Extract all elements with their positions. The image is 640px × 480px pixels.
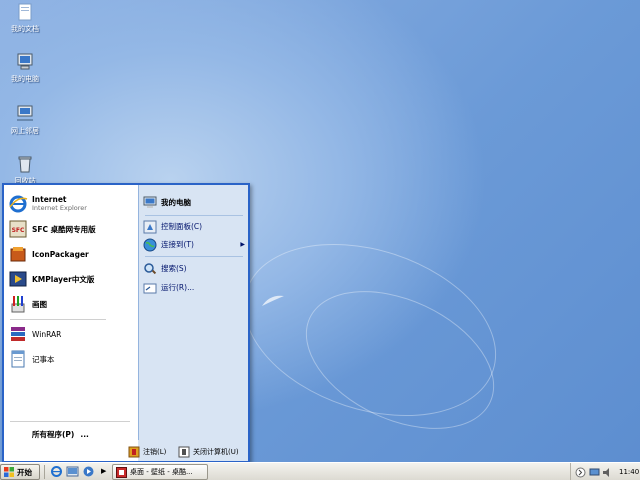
notepad-icon — [11, 350, 25, 368]
quicklaunch-divider — [44, 465, 45, 479]
start-item-run[interactable]: 运行(R)... — [143, 279, 247, 296]
desktop-icon-network-places[interactable]: 网上邻居 — [2, 104, 48, 136]
shutdown-button[interactable]: 关闭计算机(U) — [178, 445, 239, 459]
start-item-sfc[interactable]: SFC SFC 桌酷网专用版 — [8, 218, 134, 240]
start-item-control-panel[interactable]: 控制面板(C) — [143, 218, 247, 235]
network-tray-icon[interactable] — [589, 467, 600, 478]
wallpaper-sparkle — [262, 295, 284, 306]
internet-explorer-icon — [9, 195, 28, 213]
start-item-my-computer[interactable]: 我的电脑 — [143, 194, 247, 211]
search-icon — [144, 262, 157, 274]
media-player-icon[interactable] — [82, 465, 95, 478]
my-computer-icon — [17, 53, 33, 70]
desktop-icon-recycle-bin[interactable]: 回收站 — [2, 154, 48, 186]
paint-icon — [11, 296, 25, 313]
desktop-icon-my-computer[interactable]: 我的电脑 — [2, 52, 48, 84]
start-menu-separator — [10, 421, 130, 422]
start-menu-programs-pane: Internet Internet Explorer SFC SFC 桌酷网专用… — [4, 185, 138, 461]
volume-icon[interactable] — [602, 467, 613, 478]
clock[interactable]: 11:40 — [619, 468, 639, 476]
start-item-notepad[interactable]: 记事本 — [8, 348, 134, 370]
logoff-icon — [128, 446, 140, 458]
control-panel-icon — [143, 220, 157, 233]
taskbar: 开始 ▶ 桌面 - 壁纸 - 桌酷... 11:40 — [0, 462, 640, 480]
internet-explorer-icon[interactable] — [50, 465, 63, 478]
start-item-winrar[interactable]: WinRAR — [8, 323, 134, 345]
all-programs-button[interactable]: 所有程序(P) ... — [32, 429, 89, 440]
desktop-icon-my-documents[interactable]: 我的文档 — [2, 2, 48, 34]
sfc-icon: SFC — [9, 220, 27, 238]
recycle-bin-icon — [18, 156, 32, 173]
shutdown-icon — [178, 446, 190, 458]
start-menu: Internet Internet Explorer SFC SFC 桌酷网专用… — [2, 183, 250, 463]
logoff-button[interactable]: 注销(L) — [128, 445, 166, 459]
my-documents-icon — [18, 3, 32, 21]
submenu-arrow-icon: ▶ — [240, 241, 245, 248]
winrar-icon — [11, 327, 25, 341]
start-item-iconpackager[interactable]: IconPackager — [8, 243, 134, 265]
globe-icon — [143, 238, 157, 251]
start-item-search[interactable]: 搜索(S) — [143, 260, 247, 277]
start-item-paint[interactable]: 画图 — [8, 293, 134, 315]
run-icon — [143, 283, 157, 293]
start-menu-separator — [145, 215, 243, 216]
quicklaunch-expand-icon[interactable]: ▶ — [101, 467, 106, 475]
start-menu-separator — [10, 319, 106, 320]
network-places-icon — [17, 105, 33, 121]
windows-logo-icon — [4, 467, 14, 477]
start-item-internet[interactable]: Internet Internet Explorer — [8, 193, 134, 215]
taskbar-window-button[interactable]: 桌面 - 壁纸 - 桌酷... — [112, 464, 208, 480]
svg-text:SFC: SFC — [12, 227, 25, 234]
my-computer-icon — [143, 196, 157, 208]
show-desktop-icon[interactable] — [66, 465, 79, 478]
kmplayer-icon — [9, 271, 27, 287]
start-item-connect-to[interactable]: 连接到(T) ▶ — [143, 236, 247, 253]
system-tray: 11:40 — [570, 463, 640, 480]
tray-arrow-icon[interactable] — [575, 467, 586, 478]
start-menu-places-pane: 我的电脑 控制面板(C) 连接到(T) ▶ 搜索(S) 运行(R)... — [138, 185, 248, 440]
iconpackager-icon — [10, 247, 26, 262]
start-button[interactable]: 开始 — [0, 464, 40, 480]
start-item-kmplayer[interactable]: KMPlayer中文版 — [8, 268, 134, 290]
window-app-icon — [116, 466, 127, 478]
start-menu-separator — [145, 256, 243, 257]
